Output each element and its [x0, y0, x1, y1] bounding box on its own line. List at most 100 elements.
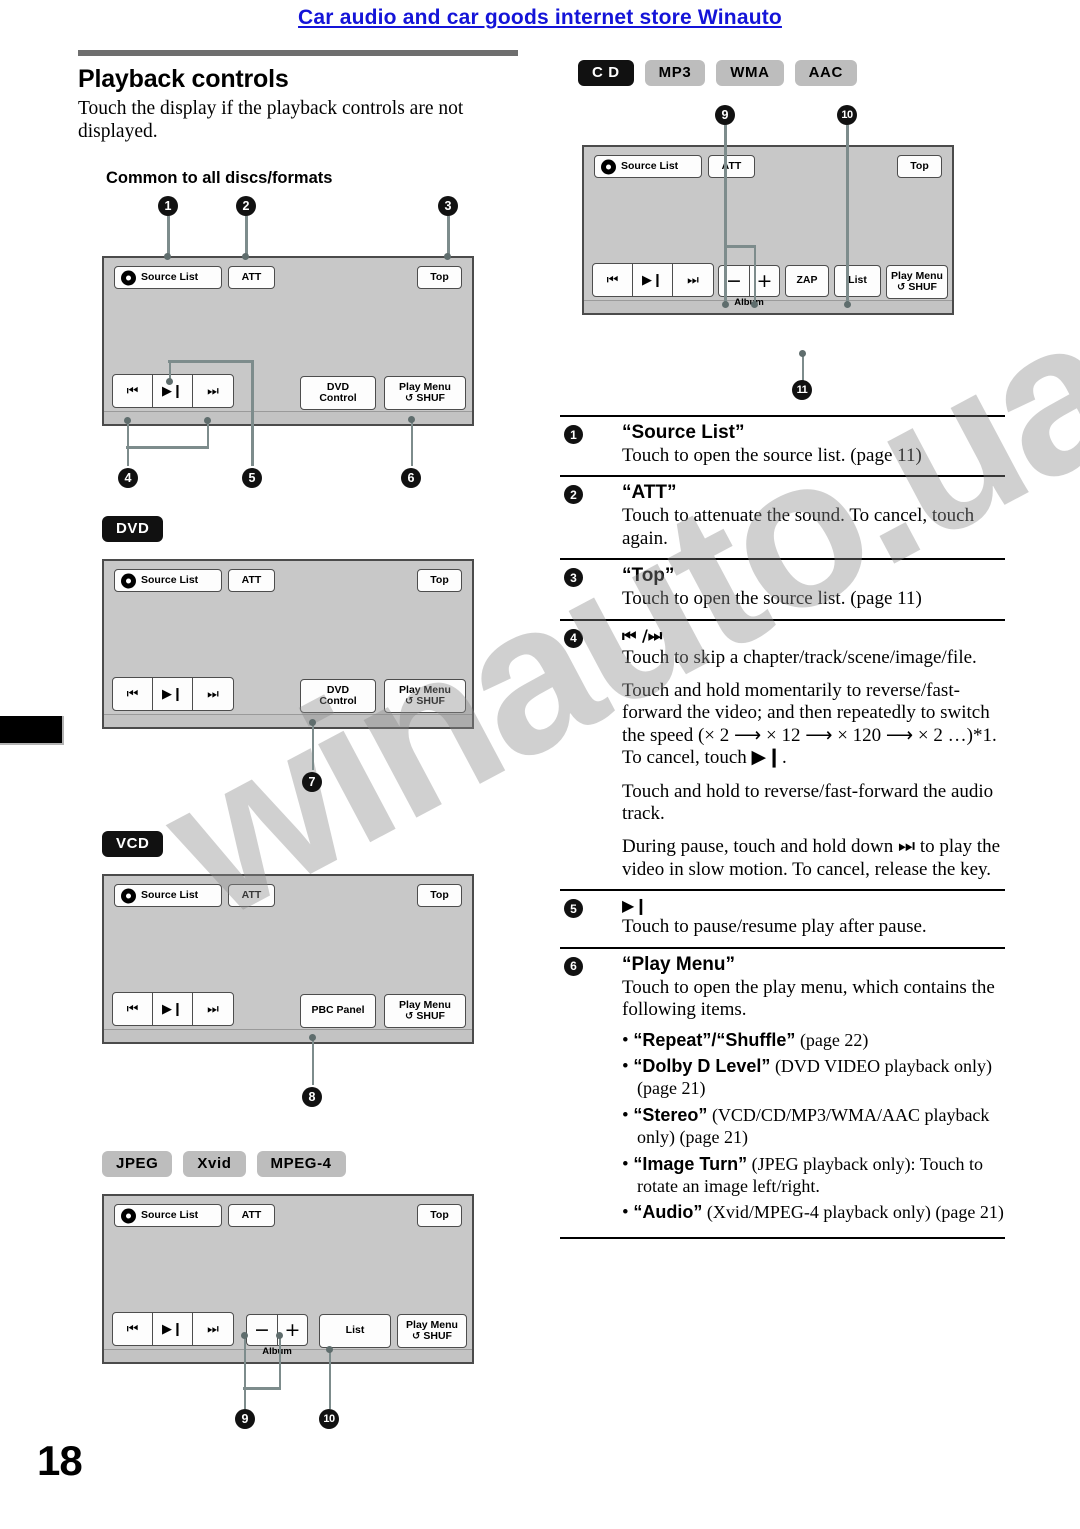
- play-menu-button[interactable]: Play Menu ↺ SHUF: [384, 679, 466, 713]
- leader-dot-5: [166, 378, 173, 385]
- leader-dot-9-cd-b: [751, 301, 758, 308]
- source-list-button[interactable]: Source List: [594, 155, 702, 178]
- next-button[interactable]: ⏭: [193, 1313, 233, 1345]
- play-menu-line2: ↺ SHUF: [399, 1010, 451, 1023]
- format-badges-jpeg: JPEG Xvid MPEG-4: [102, 1151, 346, 1177]
- bullet-rest: (Xvid/MPEG-4 playback only) (page 21): [702, 1202, 1004, 1223]
- item-paragraph: Touch to open the source list. (page 11): [622, 588, 922, 610]
- leader-1: [167, 216, 170, 256]
- dvd-control-button[interactable]: DVD Control: [300, 679, 376, 713]
- play-pause-button[interactable]: ▶❙: [633, 264, 673, 296]
- callout-1: 1: [158, 196, 178, 216]
- play-menu-line2: ↺ SHUF: [399, 694, 451, 708]
- list-button[interactable]: List: [834, 265, 881, 297]
- transport-group: ⏮ ▶❙ ⏭: [112, 677, 234, 711]
- intro-text: Touch the display if the playback contro…: [78, 98, 464, 142]
- play-menu-line2: ↺ SHUF: [406, 1330, 458, 1343]
- callout-9-cd: 9: [715, 105, 735, 125]
- next-button[interactable]: ⏭: [193, 678, 233, 710]
- transport-group: ⏮ ▶❙ ⏭: [112, 374, 234, 408]
- page-title: Playback controls: [78, 65, 289, 93]
- page-edge-tab: [0, 716, 64, 745]
- site-banner-link[interactable]: Car audio and car goods internet store W…: [298, 6, 782, 29]
- shuf-label: SHUF: [416, 391, 445, 404]
- list-item: • “Stereo” (VCD/CD/MP3/WMA/AAC playback …: [622, 1104, 990, 1148]
- list-item: • “Repeat”/“Shuffle” (page 22): [622, 1029, 869, 1051]
- callout-8: 8: [302, 1087, 322, 1107]
- source-list-label: Source List: [621, 159, 679, 172]
- att-button[interactable]: ATT: [228, 266, 275, 289]
- album-minus-button[interactable]: −: [246, 1314, 277, 1346]
- previous-button[interactable]: ⏮: [113, 678, 153, 710]
- leader-dot-4b: [204, 417, 211, 424]
- control-descriptions: 1 “Source List” Touch to open the source…: [560, 415, 1005, 1239]
- shuffle-icon: ↺: [405, 695, 414, 707]
- play-menu-button[interactable]: Play Menu ↺ SHUF: [886, 265, 948, 299]
- leader-9-cd-b: [753, 245, 757, 303]
- play-menu-button[interactable]: Play Menu ↺ SHUF: [384, 994, 466, 1028]
- callout-6: 6: [401, 468, 421, 488]
- source-list-label: Source List: [141, 270, 199, 283]
- disc-icon: [121, 270, 136, 285]
- album-minus-button[interactable]: −: [718, 265, 749, 297]
- leader-9c: [243, 1387, 281, 1390]
- shuf-label: SHUF: [416, 694, 445, 707]
- play-menu-button[interactable]: Play Menu ↺ SHUF: [384, 376, 466, 410]
- top-button[interactable]: Top: [417, 266, 462, 289]
- next-button[interactable]: ⏭: [193, 375, 233, 407]
- play-menu-line2: ↺ SHUF: [399, 391, 451, 405]
- play-pause-button[interactable]: ▶❙: [153, 678, 193, 710]
- top-button[interactable]: Top: [417, 569, 462, 592]
- transport-group: ⏮ ▶❙ ⏭: [592, 263, 714, 297]
- leader-4c: [126, 446, 209, 449]
- leader-dot-1: [164, 253, 171, 260]
- source-list-button[interactable]: Source List: [114, 266, 222, 289]
- album-plus-button[interactable]: +: [277, 1314, 308, 1346]
- previous-button[interactable]: ⏮: [113, 993, 153, 1025]
- next-button[interactable]: ⏭: [193, 993, 233, 1025]
- description-item-6: 6 “Play Menu” Touch to open the play men…: [560, 946, 1005, 1239]
- transport-group: ⏮ ▶❙ ⏭: [112, 1312, 234, 1346]
- album-stepper: − + Album: [718, 265, 780, 308]
- play-pause-button[interactable]: ▶❙: [153, 375, 193, 407]
- item-paragraph: Touch and hold momentarily to reverse/fa…: [622, 680, 997, 769]
- panel-footer-bar: [104, 411, 472, 424]
- list-button[interactable]: List: [319, 1314, 391, 1348]
- dvd-control-button[interactable]: DVD Control: [300, 376, 376, 410]
- play-pause-button[interactable]: ▶❙: [153, 1313, 193, 1345]
- source-list-button[interactable]: Source List: [114, 569, 222, 592]
- previous-button[interactable]: ⏮: [113, 1313, 153, 1345]
- previous-button[interactable]: ⏮: [113, 375, 153, 407]
- top-button[interactable]: Top: [897, 155, 942, 178]
- zap-button[interactable]: ZAP: [785, 265, 829, 297]
- att-button[interactable]: ATT: [708, 155, 755, 178]
- source-list-button[interactable]: Source List: [114, 884, 222, 907]
- site-banner: Car audio and car goods internet store W…: [0, 6, 1080, 30]
- item-number: 2: [564, 485, 583, 505]
- format-badges-vcd: VCD: [102, 831, 164, 857]
- format-badges-cd: C D MP3 WMA AAC: [578, 60, 857, 86]
- previous-button[interactable]: ⏮: [593, 264, 633, 296]
- att-button[interactable]: ATT: [228, 884, 275, 907]
- list-item: • “Dolby D Level” (DVD VIDEO playback on…: [622, 1055, 993, 1099]
- device-panel-cd: Source List ATT Top ⏮ ▶❙ ⏭ − + Album ZAP…: [582, 145, 954, 315]
- att-button[interactable]: ATT: [228, 569, 275, 592]
- next-button[interactable]: ⏭: [673, 264, 713, 296]
- top-button[interactable]: Top: [417, 1204, 462, 1227]
- play-pause-button[interactable]: ▶❙: [153, 993, 193, 1025]
- att-button[interactable]: ATT: [228, 1204, 275, 1227]
- bullet-rest: (page 22): [795, 1029, 869, 1050]
- item-number: 4: [564, 628, 583, 648]
- top-button[interactable]: Top: [417, 884, 462, 907]
- callout-7: 7: [302, 772, 322, 792]
- source-list-button[interactable]: Source List: [114, 1204, 222, 1227]
- badge-dvd: DVD: [102, 516, 164, 542]
- pbc-panel-button[interactable]: PBC Panel: [300, 994, 376, 1028]
- leader-4a: [126, 420, 130, 466]
- play-menu-button[interactable]: Play Menu ↺ SHUF: [397, 1314, 467, 1348]
- subheading-common-formats: Common to all discs/formats: [106, 169, 333, 187]
- bullet-label: “Image Turn”: [633, 1153, 748, 1174]
- diagram-jpeg: JPEG Xvid MPEG-4 Source List ATT Top ⏮ ▶…: [78, 1151, 528, 1451]
- item-title: “Play Menu”: [622, 953, 735, 975]
- leader-dot-8: [309, 1034, 316, 1041]
